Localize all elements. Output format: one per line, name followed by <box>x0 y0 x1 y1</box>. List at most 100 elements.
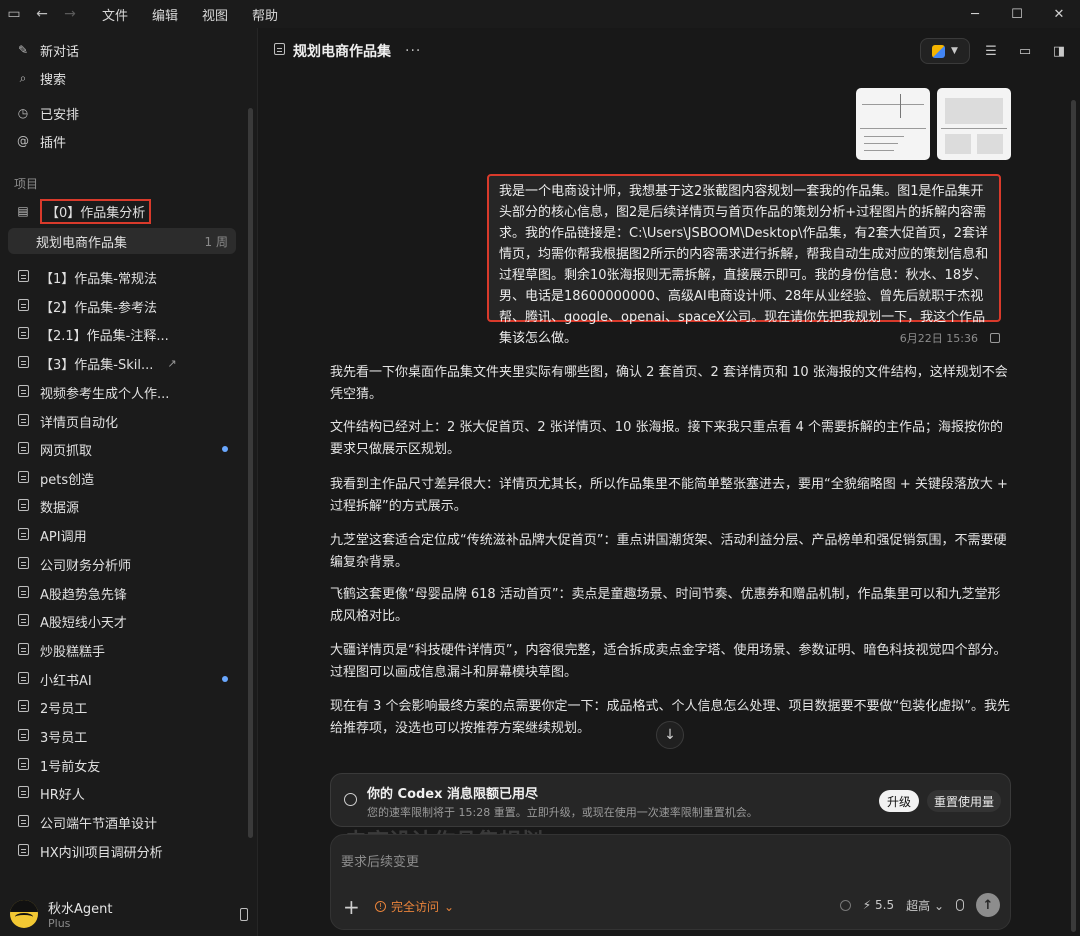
sidebar: ✎ 新对话 ⌕ 搜索 ◷ 已安排 @ 插件 项目 ▤ 【0】作品集分析 规划电商… <box>0 28 258 936</box>
menu-edit[interactable]: 编辑 <box>140 5 190 24</box>
window-controls: ─ ☐ ✕ <box>954 0 1080 28</box>
forward-arrow-icon[interactable]: → <box>56 0 84 28</box>
checklist-icon[interactable]: ☰ <box>978 38 1004 64</box>
project-name: 【0】作品集分析 <box>40 198 152 224</box>
list-item[interactable]: A股趋势急先锋 <box>8 580 236 606</box>
main-scrollbar[interactable] <box>1071 100 1076 932</box>
send-button[interactable]: ↑ <box>976 893 1000 917</box>
list-item[interactable]: HR好人 <box>8 780 236 806</box>
list-item[interactable]: HX内训项目调研分析 <box>8 838 236 864</box>
close-icon[interactable]: ✕ <box>1038 0 1080 28</box>
attachment-thumbnail[interactable] <box>937 88 1011 160</box>
assistant-paragraph: 大疆详情页是“科技硬件详情页”，内容很完整，适合拆成卖点金字塔、使用场景、参数证… <box>330 643 1007 680</box>
list-item-label: 视频参考生成个人作... <box>40 386 170 402</box>
sidebar-search[interactable]: ⌕ 搜索 <box>8 65 236 91</box>
list-item[interactable]: 炒股糕糕手 <box>8 637 236 663</box>
attachment-thumbnail[interactable] <box>856 88 930 160</box>
sidebar-toggle-icon[interactable]: ▭ <box>0 0 28 28</box>
document-icon <box>14 498 32 514</box>
list-item[interactable]: 【1】作品集-常规法 <box>8 264 236 290</box>
list-item-label: 【2】作品集-参考法 <box>40 300 157 316</box>
menu-view[interactable]: 视图 <box>190 5 240 24</box>
list-item[interactable]: 数据源 <box>8 493 236 519</box>
list-item[interactable]: 公司财务分析师 <box>8 551 236 577</box>
assistant-paragraph: 文件结构已经对上：2 张大促首页、2 张详情页、10 张海报。接下来我只重点看 … <box>330 420 1004 457</box>
external-link-icon[interactable]: ↗ <box>167 357 176 370</box>
list-item[interactable]: 公司端午节酒单设计 <box>8 809 236 835</box>
warning-icon: ! <box>375 901 386 912</box>
document-icon <box>14 326 32 342</box>
scroll-down-button[interactable]: ↓ <box>656 721 684 749</box>
menu-file[interactable]: 文件 <box>90 5 140 24</box>
projects-section-label: 项目 <box>14 177 39 191</box>
document-icon <box>14 384 32 400</box>
list-item-label: 【3】作品集-Skil... <box>40 357 154 373</box>
list-item-label: HX内训项目调研分析 <box>40 845 163 861</box>
list-item[interactable]: 1号前女友 <box>8 752 236 778</box>
list-item-label: 公司端午节酒单设计 <box>40 816 158 832</box>
list-item[interactable]: 【2.1】作品集-注释... <box>8 321 236 347</box>
document-icon <box>14 269 32 285</box>
sidebar-scrollbar[interactable] <box>248 108 253 838</box>
open-in-app-button[interactable]: ▼ <box>920 38 970 64</box>
side-panel-icon[interactable]: ◨ <box>1046 38 1072 64</box>
access-mode-button[interactable]: ! 完全访问 ⌄ <box>375 898 454 915</box>
unread-dot <box>222 676 228 682</box>
list-item[interactable]: 【2】作品集-参考法 <box>8 293 236 319</box>
list-item[interactable]: API调用 <box>8 522 236 548</box>
list-item-label: pets创造 <box>40 472 95 488</box>
list-item[interactable]: 小红书AI <box>8 666 236 692</box>
maximize-icon[interactable]: ☐ <box>996 0 1038 28</box>
list-item[interactable]: 2号员工 <box>8 694 236 720</box>
document-icon <box>14 671 32 687</box>
list-item[interactable]: pets创造 <box>8 465 236 491</box>
at-icon: @ <box>17 134 29 148</box>
menu-help[interactable]: 帮助 <box>240 5 290 24</box>
list-item[interactable]: A股短线小天才 <box>8 608 236 634</box>
sidebar-plugins[interactable]: @ 插件 <box>8 128 236 154</box>
document-icon <box>14 585 32 601</box>
mobile-icon[interactable] <box>240 907 248 921</box>
assistant-paragraph: 我看到主作品尺寸差异很大：详情页尤其长，所以作品集里不能简单整张塞进去，要用“全… <box>330 477 1008 514</box>
document-icon <box>14 613 32 629</box>
search-icon: ⌕ <box>19 70 27 85</box>
sidebar-new-chat[interactable]: ✎ 新对话 <box>8 37 236 63</box>
reset-usage-button[interactable]: 重置使用量 <box>927 790 1002 812</box>
main-panel: 规划电商作品集 ··· ▼ ☰ ▭ ◨ 我是一个电商设计师，我想基于这2张截图内… <box>259 28 1080 936</box>
message-input[interactable]: 要求后续变更 <box>341 851 419 870</box>
document-icon <box>14 527 32 543</box>
add-attachment-icon[interactable]: + <box>343 895 360 919</box>
sidebar-item-label: 插件 <box>40 135 67 151</box>
document-icon <box>14 642 32 658</box>
list-item[interactable]: 【3】作品集-Skil... ↗ <box>8 350 236 376</box>
message-timestamp: 6月22日 15:36 <box>899 332 978 345</box>
microphone-icon[interactable] <box>956 899 964 911</box>
model-selector[interactable]: ⚡ 5.5 <box>863 898 894 912</box>
new-chat-icon: ✎ <box>17 43 29 57</box>
folder-icon: ▤ <box>17 204 29 218</box>
user-profile[interactable]: 秋水Agent Plus <box>10 894 248 934</box>
effort-selector[interactable]: 超高 ⌄ <box>906 897 944 914</box>
back-arrow-icon[interactable]: ← <box>28 0 56 28</box>
sidebar-scheduled[interactable]: ◷ 已安排 <box>8 100 236 126</box>
copy-icon[interactable] <box>990 333 1000 343</box>
list-item-label: 详情页自动化 <box>40 415 119 431</box>
list-item-label: A股短线小天才 <box>40 615 127 631</box>
list-item-label: 公司财务分析师 <box>40 558 132 574</box>
minimize-icon[interactable]: ─ <box>954 0 996 28</box>
list-item[interactable]: 详情页自动化 <box>8 408 236 434</box>
unread-dot <box>222 446 228 452</box>
list-item[interactable]: 视频参考生成个人作... <box>8 379 236 405</box>
list-item-label: 【1】作品集-常规法 <box>40 271 157 287</box>
active-thread[interactable]: 规划电商作品集 1 周 <box>8 228 236 254</box>
terminal-icon[interactable]: ▭ <box>1012 38 1038 64</box>
composer: 要求后续变更 + ! 完全访问 ⌄ ⚡ 5.5 超高 ⌄ ↑ <box>330 834 1011 930</box>
project-folder[interactable]: ▤ 【0】作品集分析 <box>8 198 236 224</box>
title-bar: ▭ ← → 文件 编辑 视图 帮助 ─ ☐ ✕ <box>0 0 1080 28</box>
avatar <box>10 900 38 928</box>
composer-controls: ⚡ 5.5 超高 ⌄ ↑ <box>839 893 1000 917</box>
list-item[interactable]: 3号员工 <box>8 723 236 749</box>
more-options-icon[interactable]: ··· <box>405 43 421 59</box>
upgrade-button[interactable]: 升级 <box>879 790 920 812</box>
list-item[interactable]: 网页抓取 <box>8 436 236 462</box>
